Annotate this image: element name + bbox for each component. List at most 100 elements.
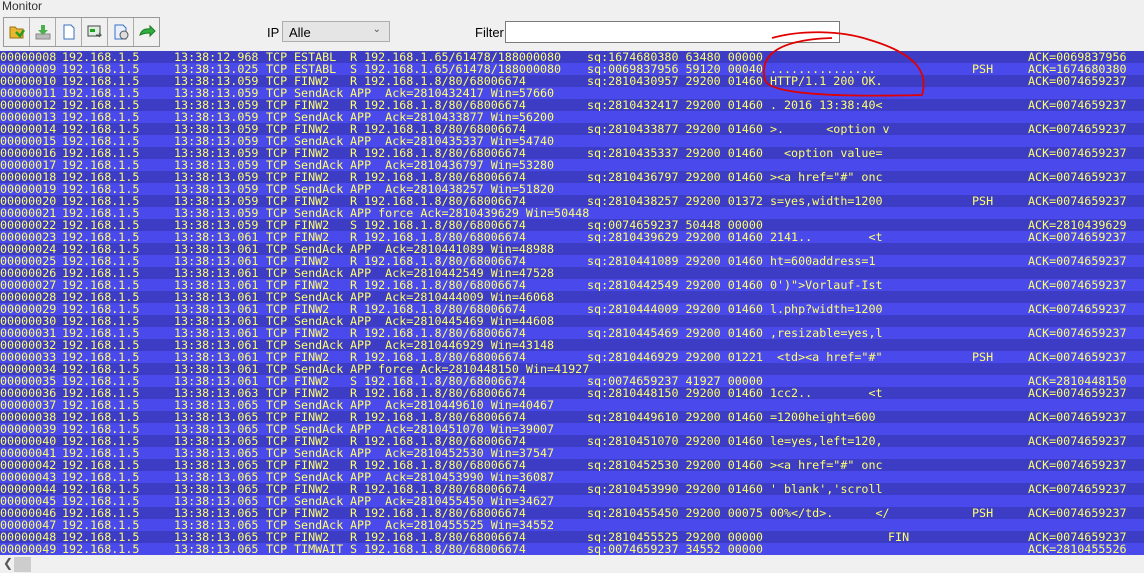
row-ack: ACK=0074659237 [1028,170,1127,184]
new-document-icon [63,24,74,40]
ip-label: IP [267,25,280,40]
table-row[interactable]: 00000035 192.168.1.5 13:38:13.061 TCP FINW2 S… [0,375,1144,387]
table-row[interactable]: 00000028 192.168.1.5 13:38:13.061 TCP SendAc… [0,291,1144,303]
row-sequence: sq:0074659237 34552 00000 [587,542,763,555]
row-ack: ACK=0074659237 [1028,350,1127,364]
row-sequence: sq:2810453990 29200 01460 '_blank','scro… [587,482,883,496]
table-row[interactable]: 00000025 192.168.1.5 13:38:13.061 TCP FINW2 R… [0,255,1144,267]
table-row[interactable]: 00000022 192.168.1.5 13:38:13.059 TCP FINW2 S… [0,219,1144,231]
scroll-left-icon[interactable]: ❮ [3,556,13,570]
table-row[interactable]: 00000043 192.168.1.5 13:38:13.065 TCP SendAc… [0,471,1144,483]
row-sequence: sq:2810445469 29200 01460 ,resizable=yes… [587,326,883,340]
table-row[interactable]: 00000014 192.168.1.5 13:38:13.059 TCP FINW2 R… [0,123,1144,135]
table-row[interactable]: 00000027 192.168.1.5 13:38:13.061 TCP FINW2 R… [0,279,1144,291]
row-ack: ACK=0074659237 [1028,386,1127,400]
ip-select-value: Alle [289,25,311,40]
row-protocol: TCP [266,542,288,555]
ip-select[interactable]: Alle ⌄ [282,21,390,42]
row-ack: ACK=0074659237 [1028,302,1127,316]
row-flag: PSH [972,350,994,364]
table-row[interactable]: 00000016 192.168.1.5 13:38:13.059 TCP FINW2 R… [0,147,1144,159]
packet-list[interactable]: 00000008 192.168.1.5 13:38:12.968 TCP ESTABL… [0,51,1144,555]
new-button[interactable] [56,18,82,46]
toolbar [3,17,160,47]
table-row[interactable]: 00000046 192.168.1.5 13:38:13.065 TCP FINW2 R… [0,507,1144,519]
row-ip: 192.168.1.5 [62,542,140,555]
table-row[interactable]: 00000023 192.168.1.5 13:38:13.061 TCP FINW2 R… [0,231,1144,243]
row-ack: ACK=0074659237 [1028,326,1127,340]
row-sequence: sq:2810448150 29200 01460 1cc2.. <t [587,386,883,400]
row-sequence: sq:2810444009 29200 01460 l.php?width=12… [587,302,883,316]
row-ack: ACK=0074659237 [1028,194,1127,208]
table-row[interactable]: 00000017 192.168.1.5 13:38:13.059 TCP SendAc… [0,159,1144,171]
table-row[interactable]: 00000011 192.168.1.5 13:38:13.059 TCP SendAc… [0,87,1144,99]
table-row[interactable]: 00000030 192.168.1.5 13:38:13.061 TCP SendAc… [0,315,1144,327]
row-state: TIMWAIT [294,542,344,555]
row-ack: ACK=0074659237 [1028,122,1127,136]
row-ack: ACK=0074659237 [1028,482,1127,496]
row-flag: PSH [972,194,994,208]
table-row[interactable]: 00000026 192.168.1.5 13:38:13.061 TCP SendAc… [0,267,1144,279]
forward-arrow-icon [138,24,156,38]
row-sequence: sq:2810455450 29200 00075 00%</td>. </ [587,506,890,520]
row-ack: ACK=0074659237 [1028,230,1127,244]
table-row[interactable]: 00000037 192.168.1.5 13:38:13.065 TCP SendAc… [0,399,1144,411]
table-row[interactable]: 00000015 192.168.1.5 13:38:13.059 TCP SendAc… [0,135,1144,147]
table-row[interactable]: 00000021 192.168.1.5 13:38:13.059 TCP SendAc… [0,207,1144,219]
table-row[interactable]: 00000009 192.168.1.5 13:38:13.025 TCP ESTABL… [0,63,1144,75]
filter-input[interactable] [505,21,840,43]
row-ack: ACK=0074659237 [1028,74,1127,88]
filter-label: Filter [475,25,504,40]
row-flag: PSH [972,506,994,520]
row-sequence: sq:2810432417 29200 01460 . 2016 13:38:4… [587,98,883,112]
horizontal-scrollbar[interactable]: ❮ [0,556,1144,573]
table-row[interactable]: 00000044 192.168.1.5 13:38:13.065 TCP FINW2 R… [0,483,1144,495]
table-row[interactable]: 00000041 192.168.1.5 13:38:13.065 TCP SendAc… [0,447,1144,459]
row-sequence: sq:2810439629 29200 01460 2141.. <t [587,230,883,244]
table-row[interactable]: 00000040 192.168.1.5 13:38:13.065 TCP FINW2 R… [0,435,1144,447]
table-row[interactable]: 00000029 192.168.1.5 13:38:13.061 TCP FINW2 R… [0,303,1144,315]
window-title: Monitor [2,0,43,13]
row-time: 13:38:13.065 [174,542,259,555]
properties-button[interactable] [108,18,134,46]
row-sequence: sq:2810430957 29200 01460 HTTP/1.1 200 O… [587,74,883,88]
table-row[interactable]: 00000034 192.168.1.5 13:38:13.061 TCP SendAc… [0,363,1144,375]
table-row[interactable]: 00000012 192.168.1.5 13:38:13.059 TCP FINW2 R… [0,99,1144,111]
download-icon [35,25,50,40]
export-button[interactable] [82,18,108,46]
table-row[interactable]: 00000036 192.168.1.5 13:38:13.063 TCP FINW2 R… [0,387,1144,399]
table-row[interactable]: 00000024 192.168.1.5 13:38:13.061 TCP SendAc… [0,243,1144,255]
row-sequence: sq:2810452530 29200 01460 ><a href="#" o… [587,458,883,472]
table-row[interactable]: 00000042 192.168.1.5 13:38:13.065 TCP FINW2 R… [0,459,1144,471]
row-sequence: sq:2810438257 29200 01372 s=yes,width=12… [587,194,883,208]
row-sequence: sq:2810442549 29200 01460 0')">Vorlauf-I… [587,278,883,292]
row-sequence: sq:2810451070 29200 01460 le=yes,left=12… [587,434,883,448]
table-row[interactable]: 00000039 192.168.1.5 13:38:13.065 TCP SendAc… [0,423,1144,435]
table-row[interactable]: 00000048 192.168.1.5 13:38:13.065 TCP FINW2 R… [0,531,1144,543]
chevron-down-icon: ⌄ [372,24,381,35]
row-detail: S 192.168.1.8/80/68006674 [350,542,526,555]
open-button[interactable] [4,18,30,46]
row-ack: ACK=0074659237 [1028,410,1127,424]
open-folder-icon [9,26,25,39]
row-ack: ACK=0074659237 [1028,98,1127,112]
row-sequence: sq:2810433877 29200 01460 >. <option v [587,122,890,136]
table-row[interactable]: 00000047 192.168.1.5 13:38:13.065 TCP SendAc… [0,519,1144,531]
row-ack: ACK=0074659237 [1028,506,1127,520]
row-sequence: sq:2810441089 29200 01460 ht=600address=… [587,254,876,268]
row-id: 00000049 [0,542,57,555]
table-row[interactable]: 00000010 192.168.1.5 13:38:13.059 TCP FINW2 R… [0,75,1144,87]
row-sequence: sq:2810449610 29200 01460 =1200height=60… [587,410,876,424]
save-button[interactable] [30,18,56,46]
table-row[interactable]: 00000031 192.168.1.5 13:38:13.061 TCP FINW2 R… [0,327,1144,339]
export-icon [87,25,102,38]
table-row[interactable]: 00000049 192.168.1.5 13:38:13.065 TCP TIMWAI… [0,543,1144,555]
table-row[interactable]: 00000013 192.168.1.5 13:38:13.059 TCP SendAc… [0,111,1144,123]
row-ack: ACK=0074659237 [1028,254,1127,268]
row-ack: ACK=0074659237 [1028,458,1127,472]
forward-button[interactable] [134,18,159,46]
scrollbar-thumb[interactable] [14,557,31,572]
row-ack: ACK=0074659237 [1028,146,1127,160]
table-row[interactable]: 00000038 192.168.1.5 13:38:13.065 TCP FINW2 R… [0,411,1144,423]
table-row[interactable]: 00000018 192.168.1.5 13:38:13.059 TCP FINW2 R… [0,171,1144,183]
